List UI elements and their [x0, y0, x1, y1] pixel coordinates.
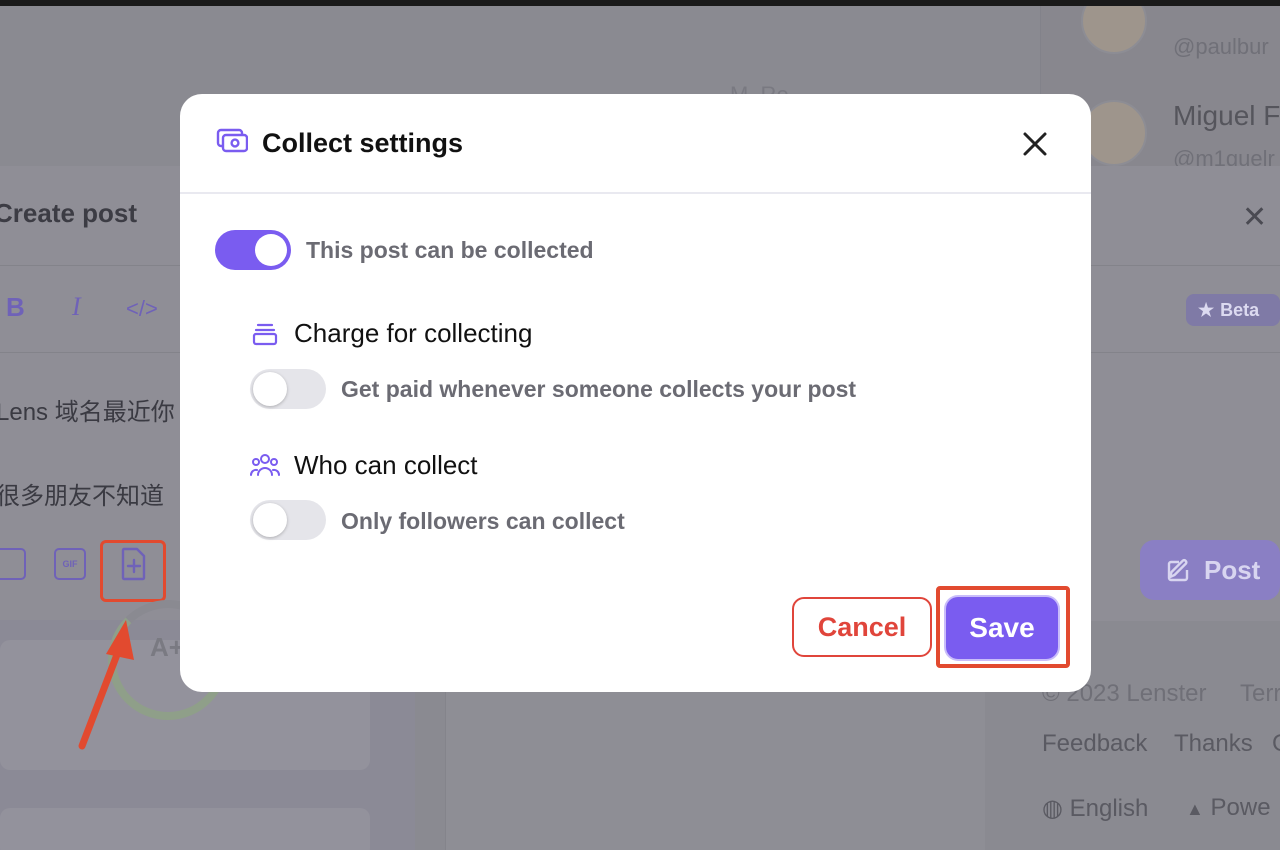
- collect-icon: [216, 128, 249, 159]
- footer-thanks[interactable]: Thanks: [1174, 730, 1253, 758]
- followers-only-label: Only followers can collect: [341, 508, 625, 534]
- close-icon[interactable]: ✕: [1242, 200, 1267, 235]
- toggle-knob: [253, 372, 287, 406]
- charge-toggle-label: Get paid whenever someone collects your …: [341, 376, 857, 402]
- editor-text: 很多朋友不知道: [0, 483, 164, 510]
- footer-language[interactable]: ◍ English: [1042, 794, 1148, 823]
- users-group-icon: [250, 452, 280, 483]
- cancel-button[interactable]: Cancel: [792, 597, 932, 657]
- footer-more[interactable]: G: [1272, 730, 1280, 758]
- modal-header: Collect settings: [180, 94, 1091, 194]
- footer-powered[interactable]: ▲ Powe: [1186, 794, 1271, 822]
- edit-icon: [1167, 559, 1189, 582]
- save-button[interactable]: Save: [946, 597, 1058, 659]
- gif-icon[interactable]: GIF: [54, 548, 86, 580]
- toggle-knob: [253, 503, 287, 537]
- close-icon: [1023, 132, 1047, 156]
- footer-feedback[interactable]: Feedback: [1042, 730, 1147, 758]
- image-icon[interactable]: [0, 548, 26, 580]
- modal-title: Collect settings: [262, 127, 464, 158]
- close-button[interactable]: [1015, 124, 1055, 164]
- editor-text: Lens 域名最近你: [0, 399, 175, 426]
- collectable-label: This post can be collected: [306, 237, 594, 263]
- chart-card: [0, 808, 370, 850]
- profile-name: Miguel F: [1173, 100, 1280, 131]
- triangle-icon: ▲: [1186, 799, 1204, 819]
- profile-handle: @paulbur: [1173, 34, 1269, 59]
- globe-icon: ◍: [1042, 795, 1063, 822]
- star-icon: ★: [1198, 299, 1215, 320]
- charge-title: Charge for collecting: [294, 318, 533, 348]
- who-title: Who can collect: [294, 450, 478, 480]
- score-label: A+: [150, 632, 184, 662]
- avatar: [1081, 0, 1147, 54]
- create-post-title: Create post: [0, 198, 138, 228]
- collectable-toggle[interactable]: [215, 230, 291, 270]
- toggle-knob: [255, 234, 287, 266]
- footer-terms[interactable]: Terr: [1240, 680, 1280, 708]
- annotation-highlight: [100, 540, 166, 602]
- followers-only-toggle[interactable]: [250, 500, 326, 540]
- top-edge: [0, 0, 1280, 6]
- money-stack-icon: [252, 320, 278, 351]
- bold-icon[interactable]: B: [6, 292, 25, 323]
- collect-settings-modal: Collect settings This post can be collec…: [180, 94, 1091, 692]
- charge-toggle[interactable]: [250, 369, 326, 409]
- code-icon[interactable]: </>: [126, 296, 158, 322]
- beta-badge: ★ Beta: [1186, 294, 1280, 326]
- post-button[interactable]: Post: [1140, 540, 1280, 600]
- italic-icon[interactable]: I: [72, 292, 81, 322]
